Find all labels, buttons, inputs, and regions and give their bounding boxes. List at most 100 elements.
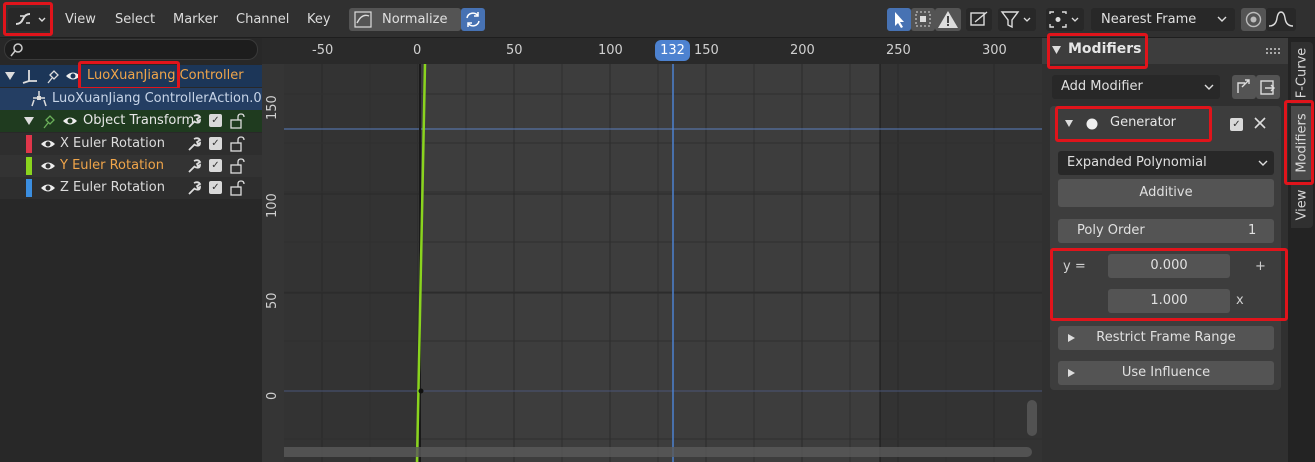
unlock-icon[interactable] [229,180,247,196]
value-ruler: 150 100 50 0 [262,64,284,462]
proportional-edit-button[interactable] [1241,8,1266,31]
warning-button[interactable] [935,8,961,31]
box-select-icon [915,11,931,27]
mute-checkbox[interactable]: ✓ [209,137,222,150]
unlock-icon[interactable] [229,113,247,129]
coefficient-0-field[interactable]: 0.000 [1108,254,1230,278]
mute-checkbox[interactable]: ✓ [209,114,222,127]
action-icon [31,91,47,107]
wrench-icon[interactable] [186,158,202,174]
view-selected-button[interactable] [966,8,992,31]
modifiers-panel-header[interactable]: Modifiers [1042,38,1288,64]
show-cursor-button[interactable] [887,8,911,31]
x-tick-label: -50 [312,43,334,58]
close-icon[interactable] [1254,117,1266,129]
proportional-icon [1245,11,1262,28]
object-name: LuoXuanJiang Controller [87,68,244,83]
snap-dropdown[interactable]: Nearest Frame [1091,8,1235,31]
tab-view-label: View [1294,189,1310,221]
current-frame-indicator[interactable]: 132 [655,40,690,61]
menu-select[interactable]: Select [115,8,155,31]
filter-button[interactable] [998,8,1036,31]
eye-icon[interactable] [40,138,56,150]
tab-view[interactable]: View [1291,182,1313,228]
mode-label: Expanded Polynomial [1067,155,1207,170]
frame-icon [970,11,988,26]
menu-view[interactable]: View [65,8,96,31]
expand-triangle-icon [5,72,15,80]
mute-checkbox[interactable]: ✓ [209,159,222,172]
tab-fcurve-label: F-Curve [1294,47,1310,99]
normalize-icon [354,11,372,28]
unlock-icon[interactable] [229,136,247,152]
auto-normalize-button[interactable] [461,8,485,31]
eye-icon[interactable] [62,115,78,127]
pivot-button[interactable] [1046,8,1084,31]
chevron-down-icon [1258,160,1268,166]
modifier-header[interactable]: Generator ✓ [1050,106,1281,140]
curve-color-swatch [26,157,32,175]
influence-label: Use Influence [1121,365,1211,380]
falloff-button[interactable] [1266,8,1296,31]
eye-icon[interactable] [40,160,56,172]
x-suffix: x [1236,293,1244,308]
fcurve-label: Y Euler Rotation [60,158,164,173]
menu-key[interactable]: Key [307,8,331,31]
fcurve-row-y[interactable]: Y Euler Rotation ✓ [0,155,262,177]
channel-action-row[interactable]: LuoXuanJiang ControllerAction.00 [0,88,270,110]
drag-handle-icon[interactable] [1266,48,1280,54]
refresh-icon [466,12,480,27]
curve-color-swatch [26,179,32,197]
menu-marker[interactable]: Marker [173,8,218,31]
horizontal-scrollbar[interactable] [272,447,1032,457]
channel-search-input[interactable] [4,39,258,60]
wrench-icon[interactable] [186,113,202,129]
x-tick-label: 0 [413,43,422,58]
vertical-scrollbar[interactable] [1027,400,1037,436]
graph-editor-icon [15,13,46,25]
eye-icon[interactable] [65,70,81,82]
modifier-enable-checkbox[interactable]: ✓ [1230,118,1243,131]
tab-modifiers[interactable]: Modifiers [1291,106,1313,180]
fcurve-row-z[interactable]: Z Euler Rotation ✓ [0,177,262,199]
tab-fcurve[interactable]: F-Curve [1291,42,1313,104]
expand-triangle-icon [24,117,34,125]
expand-triangle-icon [1065,120,1073,127]
mute-checkbox[interactable]: ✓ [209,181,222,194]
action-name: LuoXuanJiang ControllerAction.00 [52,91,270,106]
channel-group-row[interactable]: Object Transform ✓ [0,110,262,132]
coefficient-1-field[interactable]: 1.000 [1108,289,1230,313]
wrench-icon[interactable] [186,136,202,152]
plus-sign: + [1255,259,1266,274]
normalize-button[interactable]: Normalize [349,8,461,31]
graph-area[interactable] [262,38,1042,462]
frame-ruler[interactable]: -50 0 50 100 150 200 250 300 132 [262,38,1042,64]
add-modifier-dropdown[interactable]: Add Modifier [1052,75,1220,99]
channel-object-row[interactable]: LuoXuanJiang Controller [0,65,262,87]
unlock-icon[interactable] [229,158,247,174]
pin-icon[interactable] [44,69,60,84]
expand-triangle-icon [1052,46,1061,54]
graph-canvas [262,38,1042,462]
fcurve-row-x[interactable]: X Euler Rotation ✓ [0,133,262,155]
additive-toggle[interactable]: Additive [1058,179,1274,207]
menu-channel[interactable]: Channel [236,8,289,31]
wrench-icon[interactable] [186,180,202,196]
fcurve-label: X Euler Rotation [60,136,165,151]
pin-icon[interactable] [40,114,56,129]
y-tick-label: 0 [265,391,280,400]
poly-order-field[interactable]: Poly Order 1 [1058,219,1274,243]
normalize-label: Normalize [382,12,448,27]
editor-type-button[interactable] [8,8,50,31]
graph-editor-header: View Select Marker Channel Key Normalize… [0,0,1315,38]
eye-icon[interactable] [40,182,56,194]
copy-modifiers-button[interactable] [1232,75,1256,99]
mode-dropdown[interactable]: Expanded Polynomial [1058,151,1274,175]
restrict-frame-range-subpanel[interactable]: Restrict Frame Range [1058,326,1274,350]
curve-color-swatch [26,135,32,153]
add-modifier-label: Add Modifier [1061,79,1143,94]
use-influence-subpanel[interactable]: Use Influence [1058,361,1274,385]
select-box-button[interactable] [911,8,935,31]
y-tick-label: 50 [265,292,280,309]
paste-modifiers-button[interactable] [1256,75,1280,99]
